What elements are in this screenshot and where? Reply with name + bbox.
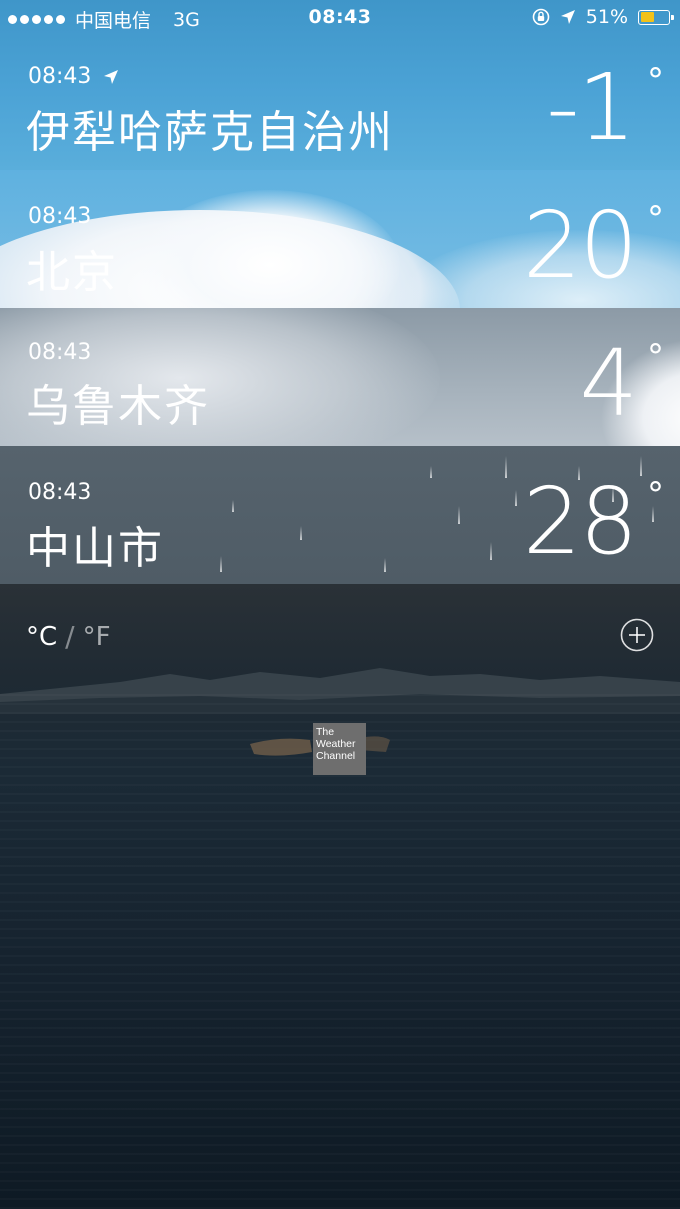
degree-symbol: ° xyxy=(647,475,664,515)
city-row-urumqi[interactable]: 08:43 乌鲁木齐 4 ° xyxy=(0,308,680,446)
unit-separator: / xyxy=(65,620,75,653)
city-time-row: 08:43 xyxy=(28,480,91,505)
bottom-area: °C / °F The Weather Channel xyxy=(0,584,680,1209)
status-right: 51% xyxy=(532,6,674,28)
weather-channel-logo[interactable]: The Weather Channel xyxy=(313,723,366,775)
city-name: 北京 xyxy=(26,247,118,298)
city-temperature: 20 xyxy=(522,192,638,299)
degree-symbol: ° xyxy=(647,199,664,239)
battery-percent: 51% xyxy=(585,6,628,28)
location-arrow-icon xyxy=(104,69,119,84)
unit-toggle[interactable]: °C / °F xyxy=(26,620,111,653)
logo-line: Weather xyxy=(316,738,356,750)
city-name: 乌鲁木齐 xyxy=(26,381,210,432)
fahrenheit-toggle[interactable]: °F xyxy=(83,622,111,652)
rain-drop xyxy=(458,506,460,524)
city-name: 伊犁哈萨克自治州 xyxy=(26,107,394,158)
rain-drop xyxy=(384,558,386,572)
celsius-toggle[interactable]: °C xyxy=(26,622,57,652)
logo-line: The xyxy=(316,726,335,738)
logo-line: Channel xyxy=(316,750,356,762)
degree-symbol: ° xyxy=(647,61,664,101)
degree-symbol: ° xyxy=(647,337,664,377)
rain-drop xyxy=(515,490,517,506)
city-row-zhongshan[interactable]: 08:43 中山市 28 ° xyxy=(0,446,680,584)
rain-drop xyxy=(505,456,507,478)
city-time: 08:43 xyxy=(28,340,92,365)
city-time: 08:43 xyxy=(28,480,92,505)
city-row-beijing[interactable]: 08:43 北京 20 ° xyxy=(0,170,680,308)
city-time-row: 08:43 xyxy=(28,340,91,365)
city-time-row: 08:43 xyxy=(28,64,119,89)
location-arrow-icon xyxy=(560,10,575,24)
battery-fill xyxy=(640,12,654,22)
status-bar: 中国电信 3G 08:43 51% xyxy=(0,0,680,36)
rain-drop xyxy=(300,526,302,540)
rain-drop xyxy=(430,466,432,478)
city-temperature: 4 xyxy=(579,330,638,437)
rain-drop xyxy=(220,556,222,572)
plus-circle-icon[interactable] xyxy=(620,618,654,652)
rain-drop xyxy=(640,456,642,476)
city-time-row: 08:43 xyxy=(28,204,91,229)
city-temperature: 28 xyxy=(522,468,638,575)
rotation-lock-icon xyxy=(532,8,550,26)
rain-drop xyxy=(490,542,492,560)
city-time: 08:43 xyxy=(28,204,92,229)
city-time: 08:43 xyxy=(28,64,92,89)
city-name: 中山市 xyxy=(26,523,164,574)
cloud-background xyxy=(140,190,400,308)
city-temperature: -1 xyxy=(546,54,636,161)
battery-icon xyxy=(638,9,674,25)
rain-drop xyxy=(232,500,234,512)
